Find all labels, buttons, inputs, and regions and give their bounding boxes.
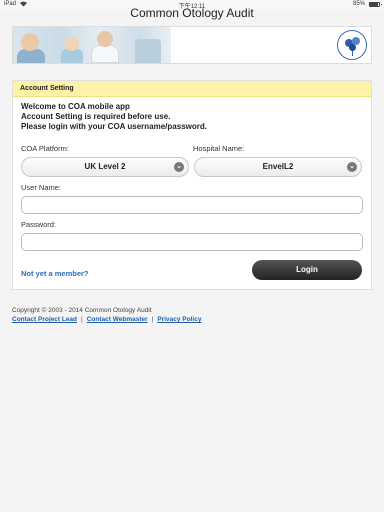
footer-links: Contact Project Lead | Contact Webmaster | P… xyxy=(12,316,201,323)
password-label: Password: xyxy=(21,220,57,229)
hospital-label: Hospital Name: xyxy=(193,144,245,153)
chevron-down-icon: ⌄ xyxy=(174,162,184,172)
welcome-line: Account Setting is required before use. xyxy=(21,112,171,121)
chevron-down-icon: ⌄ xyxy=(347,162,357,172)
welcome-line: Welcome to COA mobile app xyxy=(21,102,130,111)
app-title: Common Otology Audit xyxy=(130,6,254,20)
coa-logo xyxy=(337,30,367,60)
account-setting-panel: Account Setting Welcome to COA mobile ap… xyxy=(12,80,372,290)
contact-project-lead-link[interactable]: Contact Project Lead xyxy=(12,316,77,323)
privacy-policy-link[interactable]: Privacy Policy xyxy=(157,316,201,323)
platform-select-value: UK Level 2 xyxy=(84,162,126,171)
hospital-select-value: EnvelL2 xyxy=(262,162,294,171)
username-label: User Name: xyxy=(21,183,62,192)
header-banner xyxy=(12,26,372,64)
footer-separator: | xyxy=(81,316,83,323)
banner-photo xyxy=(13,27,171,63)
footer-separator: | xyxy=(151,316,154,323)
username-field[interactable] xyxy=(21,196,363,214)
contact-webmaster-link[interactable]: Contact Webmaster xyxy=(87,316,148,323)
not-a-member-link[interactable]: Not yet a member? xyxy=(21,269,89,278)
login-button[interactable]: Login xyxy=(252,260,362,280)
password-field[interactable] xyxy=(21,233,363,251)
panel-header: Account Setting xyxy=(13,81,371,97)
copyright-text: Copyright © 2003 - 2014 Common Otology A… xyxy=(12,307,152,314)
welcome-message: Welcome to COA mobile app Account Settin… xyxy=(21,102,207,132)
hospital-select[interactable]: EnvelL2 ⌄ xyxy=(194,157,362,177)
platform-select[interactable]: UK Level 2 ⌄ xyxy=(21,157,189,177)
platform-label: COA Platform: xyxy=(21,144,69,153)
welcome-line: Please login with your COA username/pass… xyxy=(21,122,207,131)
